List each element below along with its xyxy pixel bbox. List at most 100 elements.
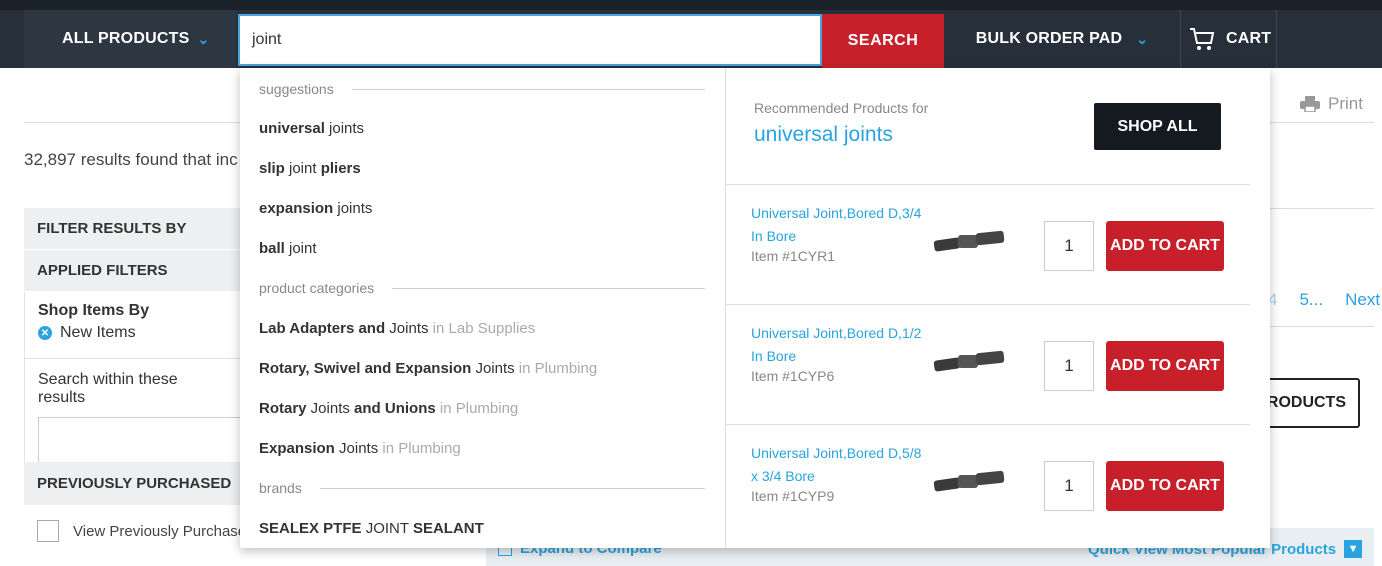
category-item[interactable]: Lab Adapters and Joints in Lab Supplies (240, 308, 725, 348)
product-item-number: Item #1CYP6 (751, 368, 835, 384)
nav-divider (1276, 10, 1277, 68)
search-suggestions-dropdown: suggestions universal joints slip joint … (240, 68, 1270, 548)
category-item[interactable]: Rotary Joints and Unions in Plumbing (240, 388, 725, 428)
suggestion-item[interactable]: expansion joints (240, 188, 725, 228)
view-previously-purchased-label: View Previously Purchased (73, 522, 240, 540)
add-to-cart-button[interactable]: ADD TO CART (1106, 341, 1224, 391)
category-text: Joints (306, 399, 355, 417)
category-bold: and Unions (354, 399, 436, 417)
brands-section-label: brands (240, 477, 725, 499)
product-item-number: Item #1CYP9 (751, 488, 835, 504)
search-within-input[interactable] (38, 417, 243, 467)
chevron-down-icon: ⌄ (197, 30, 210, 47)
category-text: Joints (385, 319, 429, 337)
suggestion-item[interactable]: slip joint pliers (240, 148, 725, 188)
product-name-link[interactable]: Universal Joint,Bored D,1/2 In Bore (751, 322, 931, 368)
suggestion-bold: expansion (259, 199, 334, 217)
search-input-value: joint (252, 31, 282, 48)
search-input[interactable]: joint (238, 14, 822, 66)
category-bold: Lab Adapters and (259, 319, 386, 337)
view-previously-purchased-option[interactable]: View Previously Purchased (24, 506, 240, 556)
search-within-block: Search within these results (24, 358, 243, 467)
pagination: 4 5... Next (1268, 290, 1380, 310)
shop-items-by-block: Shop Items By ✕ New Items (24, 292, 240, 358)
suggestion-text: joint (284, 159, 321, 177)
divider (1268, 326, 1374, 327)
new-items-label: New Items (60, 324, 136, 341)
suggestions-panel: suggestions universal joints slip joint … (240, 68, 726, 548)
quantity-input[interactable]: 1 (1044, 341, 1094, 391)
bulk-order-label: BULK ORDER PAD (975, 30, 1123, 47)
divider (351, 88, 705, 90)
product-row: Universal Joint,Bored D,5/8 x 3/4 Bore I… (726, 424, 1250, 544)
pager-more[interactable]: 5... (1299, 290, 1323, 310)
chevron-down-icon: ⌄ (1136, 30, 1149, 47)
search-button[interactable]: SEARCH (822, 14, 944, 68)
remove-filter-icon[interactable]: ✕ (38, 326, 52, 340)
recommended-for-label: Recommended Products for (754, 100, 929, 116)
brand-bold: SEALEX PTFE (259, 519, 362, 537)
cart-label: CART (1226, 30, 1272, 47)
suggestion-item[interactable]: universal joints (240, 108, 725, 148)
new-items-filter[interactable]: ✕ New Items (38, 324, 227, 342)
category-item[interactable]: Rotary, Swivel and Expansion Joints in P… (240, 348, 725, 388)
filter-sidebar: FILTER RESULTS BY APPLIED FILTERS Shop I… (24, 208, 243, 566)
brand-item[interactable]: SEALEX PTFE JOINT SEALANT (240, 508, 725, 548)
suggestion-bold: slip (259, 159, 285, 177)
shop-all-button[interactable]: SHOP ALL (1094, 103, 1221, 150)
suggestion-bold: pliers (320, 159, 361, 177)
suggestion-bold: universal (259, 119, 325, 137)
product-item-number: Item #1CYR1 (751, 248, 836, 264)
suggestions-section-label: suggestions (240, 78, 725, 100)
product-name-link[interactable]: Universal Joint,Bored D,5/8 x 3/4 Bore (751, 442, 931, 488)
add-to-cart-button[interactable]: ADD TO CART (1106, 461, 1224, 511)
all-products-menu[interactable]: ALL PRODUCTS ⌄ (24, 10, 236, 68)
chevron-down-icon: ▼ (1344, 540, 1363, 558)
recommended-term-link[interactable]: universal joints (754, 123, 893, 147)
top-navigation-bar: ALL PRODUCTS ⌄ joint SEARCH BULK ORDER P… (0, 0, 1382, 68)
printer-icon (1300, 96, 1320, 112)
pager-next[interactable]: Next (1345, 290, 1380, 310)
category-department: in Plumbing (435, 399, 519, 417)
shop-items-by-label: Shop Items By (38, 302, 150, 319)
all-products-label: ALL PRODUCTS (62, 30, 190, 47)
nav-divider (1180, 10, 1181, 68)
category-item[interactable]: Expansion Joints in Plumbing (240, 428, 725, 468)
search-within-label: Search within these results (38, 371, 178, 406)
suggestion-text: joints (333, 199, 373, 217)
view-previously-purchased-checkbox[interactable] (37, 520, 59, 542)
divider (319, 487, 705, 489)
suggestions-label-text: suggestions (259, 81, 334, 97)
quantity-input[interactable]: 1 (1044, 221, 1094, 271)
results-count: 32,897 results found that inc (24, 150, 238, 169)
brands-label-text: brands (259, 480, 302, 496)
add-to-cart-button[interactable]: ADD TO CART (1106, 221, 1224, 271)
product-name-link[interactable]: Universal Joint,Bored D,3/4 In Bore (751, 202, 931, 248)
category-department: in Plumbing (514, 359, 598, 377)
applied-filters-heading: APPLIED FILTERS (24, 250, 240, 292)
cart-icon (1190, 28, 1215, 50)
categories-label-text: product categories (259, 280, 375, 296)
category-bold: Expansion (259, 439, 335, 457)
divider (392, 287, 705, 289)
category-text: Joints (334, 439, 379, 457)
print-label: Print (1328, 94, 1363, 113)
universal-joint-image (933, 470, 1005, 492)
filter-results-heading: FILTER RESULTS BY (24, 208, 240, 250)
quantity-input[interactable]: 1 (1044, 461, 1094, 511)
cart-link[interactable]: CART (1182, 10, 1276, 68)
bulk-order-pad-menu[interactable]: BULK ORDER PAD ⌄ (944, 10, 1180, 68)
previously-purchased-heading: PREVIOUSLY PURCHASED (24, 462, 240, 506)
universal-joint-image (933, 350, 1005, 372)
divider (1268, 208, 1374, 209)
print-link[interactable]: Print (1300, 94, 1363, 114)
recommended-products-panel: Recommended Products for universal joint… (726, 68, 1270, 548)
categories-section-label: product categories (240, 277, 725, 299)
category-department: in Plumbing (378, 439, 461, 457)
category-bold: Rotary, Swivel and Expansion (259, 359, 472, 377)
universal-joint-image (933, 230, 1005, 252)
product-row: Universal Joint,Bored D,3/4 In Bore Item… (726, 184, 1250, 304)
suggestion-item[interactable]: ball joint (240, 228, 725, 268)
brand-bold: SEALANT (412, 519, 484, 537)
brand-text: JOINT (361, 519, 413, 537)
